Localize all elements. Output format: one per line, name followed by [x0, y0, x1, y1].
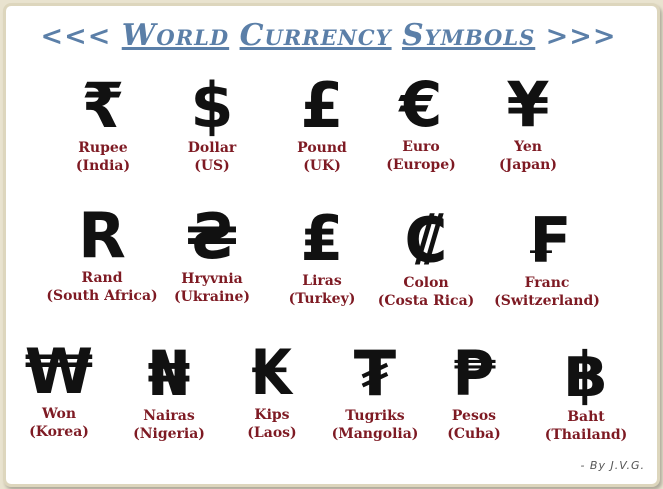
title-word-currency: Currency	[239, 18, 392, 53]
baht-symbol-icon: ฿	[564, 338, 608, 411]
author-credit: - By J.V.G.	[580, 459, 645, 472]
currency-name: Baht	[567, 409, 605, 425]
franc-symbol-icon: ₣	[525, 204, 569, 277]
currency-country: (Japan)	[499, 157, 557, 173]
currency-baht: ฿ Baht (Thailand)	[516, 341, 656, 444]
title-prefix: <<<	[40, 21, 112, 52]
currency-country: (Switzerland)	[494, 293, 600, 309]
currency-name: Colon	[403, 275, 449, 291]
currency-country: (Costa Rica)	[377, 293, 475, 309]
title-word-world: World	[121, 18, 230, 53]
currency-name: Yen	[514, 139, 542, 155]
currency-yen: ¥ Yen (Japan)	[458, 71, 598, 174]
title-word-symbols: Symbols	[401, 18, 536, 53]
currency-country: (Thailand)	[544, 427, 628, 443]
title-suffix: >>>	[545, 21, 617, 52]
colon-symbol-icon: ₡	[404, 204, 448, 277]
currency-franc: ₣ Franc (Switzerland)	[477, 207, 617, 310]
currency-name: Franc	[524, 275, 570, 291]
poster-title: <<< World Currency Symbols >>>	[0, 18, 657, 53]
yen-symbol-icon: ¥	[506, 68, 550, 141]
currency-colon: ₡ Colon (Costa Rica)	[356, 207, 496, 310]
